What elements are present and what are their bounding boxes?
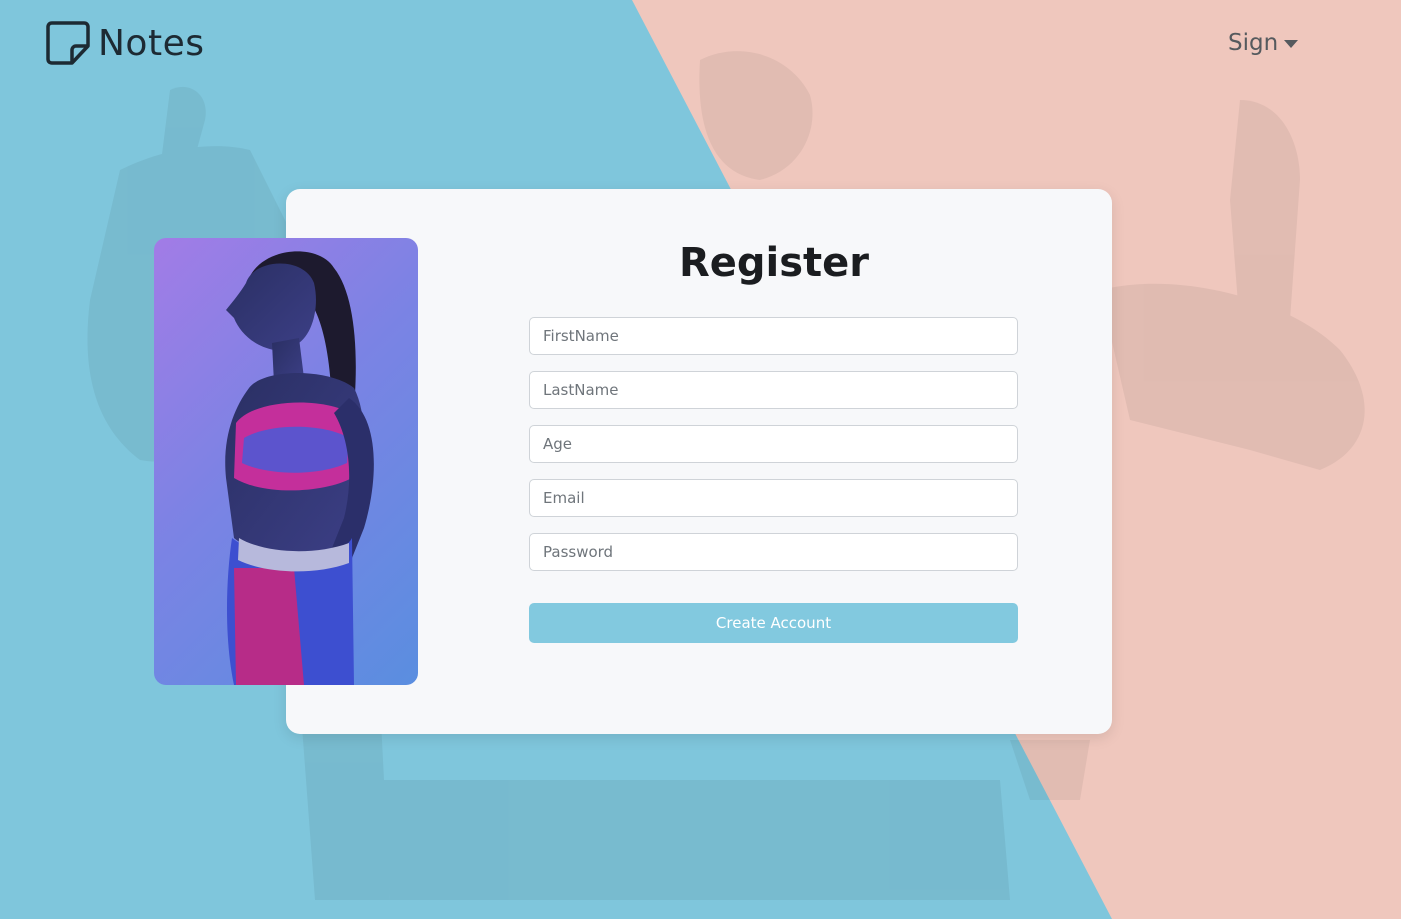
create-account-button[interactable]: Create Account [529, 603, 1018, 643]
navbar: Notes Sign [0, 0, 1401, 90]
sign-dropdown-toggle[interactable]: Sign [1228, 30, 1299, 56]
brand-link[interactable]: Notes [46, 20, 204, 66]
brand-label: Notes [98, 22, 205, 64]
email-input[interactable] [529, 479, 1018, 517]
password-input[interactable] [529, 533, 1018, 571]
sign-label: Sign [1228, 30, 1279, 56]
first-name-input[interactable] [529, 317, 1018, 355]
register-title: Register [678, 240, 870, 286]
last-name-input[interactable] [529, 371, 1018, 409]
sticky-note-icon [46, 21, 90, 65]
page: Notes Sign Register FirstName LastName A… [0, 0, 1401, 919]
caret-down-icon [1284, 40, 1299, 48]
athlete-photo [154, 238, 418, 685]
age-input[interactable] [529, 425, 1018, 463]
